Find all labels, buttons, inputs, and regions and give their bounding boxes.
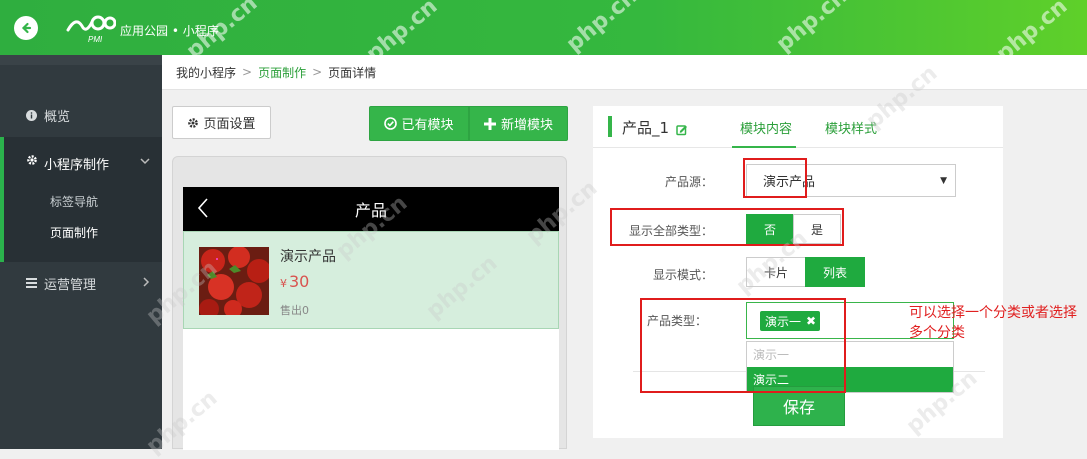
gear-icon — [187, 117, 199, 129]
annotation-note: 可以选择一个分类或者选择多个分类 — [909, 305, 1077, 341]
product-image — [199, 247, 269, 315]
sidebar-item-overview[interactable]: 概览 — [0, 103, 162, 127]
new-module-label: 新增模块 — [500, 118, 553, 133]
logo: PMI — [66, 12, 117, 44]
product-price: ¥30 — [280, 272, 309, 291]
preview-panel: 页面设置 已有模块 新增模块 产品 演示产品 ¥ 30 售出0 — [162, 90, 577, 450]
list-icon — [26, 278, 40, 288]
category-label: 产品类型： — [646, 314, 707, 328]
sidebar-subitem-page-design[interactable]: 页面制作 — [50, 224, 98, 241]
show-all-yes-button[interactable]: 是 — [793, 214, 841, 244]
chevron-right-icon — [142, 276, 150, 290]
display-mode-card-button[interactable]: 卡片 — [746, 257, 806, 287]
plus-icon — [483, 117, 496, 130]
page-settings-label: 页面设置 — [203, 117, 256, 132]
product-source-value: 演示产品 — [763, 175, 816, 190]
breadcrumb-item[interactable]: 页面制作 — [258, 64, 306, 81]
product-sold-count: 售出0 — [280, 304, 309, 317]
remove-tag-icon[interactable]: ✖ — [806, 314, 816, 328]
breadcrumb-item[interactable]: 我的小程序 — [176, 64, 236, 81]
price-value: 30 — [289, 272, 310, 291]
active-tab-indicator — [732, 146, 796, 148]
edit-icon[interactable] — [676, 121, 688, 140]
sidebar-item-label: 概览 — [44, 109, 71, 125]
page-settings-button[interactable]: 页面设置 — [172, 106, 271, 139]
back-arrow-icon — [14, 15, 38, 40]
sidebar-top-strip — [0, 55, 162, 65]
editor-header: 产品_1 模块内容 模块样式 — [593, 106, 1003, 148]
phone-preview: 产品 演示产品 ¥ 30 售出0 — [172, 156, 567, 450]
product-card[interactable]: 演示产品 ¥30 售出0 — [183, 231, 559, 329]
product-source-select[interactable]: 演示产品 ▼ — [746, 164, 956, 197]
brand-title: 应用公园 • 小程序 — [120, 24, 219, 38]
sidebar-item-operations[interactable]: 运营管理 — [0, 271, 162, 295]
chevron-left-icon[interactable] — [197, 197, 209, 223]
show-all-no-button[interactable]: 否 — [746, 214, 794, 244]
back-button[interactable] — [0, 0, 52, 55]
new-module-button[interactable]: 新增模块 — [469, 106, 568, 141]
module-title: 产品_1 — [622, 119, 670, 137]
breadcrumb-item: 页面详情 — [328, 65, 377, 80]
module-editor: 产品_1 模块内容 模块样式 产品源： 演示产品 ▼ 显示全部类型： 否 是 显… — [593, 106, 1003, 438]
svg-text:PMI: PMI — [88, 35, 103, 44]
existing-module-label: 已有模块 — [401, 118, 454, 133]
display-mode-label: 显示模式： — [652, 268, 713, 282]
selected-category-tag[interactable]: 演示一 ✖ — [760, 311, 821, 331]
top-bar: PMI 应用公园 • 小程序 — [0, 0, 1087, 55]
chevron-down-icon — [140, 154, 150, 168]
show-all-types-label: 显示全部类型： — [628, 224, 713, 238]
phone-screen: 产品 演示产品 ¥ 30 售出0 — [183, 187, 559, 450]
title-accent-bar — [608, 116, 612, 137]
currency-symbol: ¥ — [280, 277, 287, 290]
product-name: 演示产品 — [280, 249, 336, 265]
save-button[interactable]: 保存 — [753, 386, 845, 426]
check-circle-icon — [384, 117, 398, 130]
source-label: 产品源： — [664, 175, 713, 189]
dropdown-option: 演示一 — [753, 348, 790, 362]
breadcrumb-separator-icon: > — [242, 65, 253, 79]
sidebar: 概览 小程序制作 标签导航 页面制作 运营管理 — [0, 55, 162, 449]
caret-down-icon: ▼ — [940, 176, 947, 186]
existing-module-button[interactable]: 已有模块 — [369, 106, 469, 141]
phone-header: 产品 — [183, 187, 559, 231]
tag-label: 演示一 — [765, 314, 802, 329]
sidebar-item-label: 运营管理 — [44, 277, 97, 293]
phone-header-title: 产品 — [354, 201, 387, 220]
tab-module-content[interactable]: 模块内容 — [740, 118, 792, 137]
sidebar-subitem-tab-nav[interactable]: 标签导航 — [50, 193, 98, 210]
tab-module-style[interactable]: 模块样式 — [825, 118, 877, 137]
info-circle-icon — [26, 109, 40, 121]
gear-icon — [26, 154, 40, 166]
breadcrumb-separator-icon: > — [312, 65, 323, 79]
sidebar-item-label: 小程序制作 — [44, 158, 110, 173]
breadcrumb: 我的小程序 > 页面制作 > 页面详情 — [162, 55, 1087, 90]
display-mode-list-button[interactable]: 列表 — [805, 257, 865, 287]
